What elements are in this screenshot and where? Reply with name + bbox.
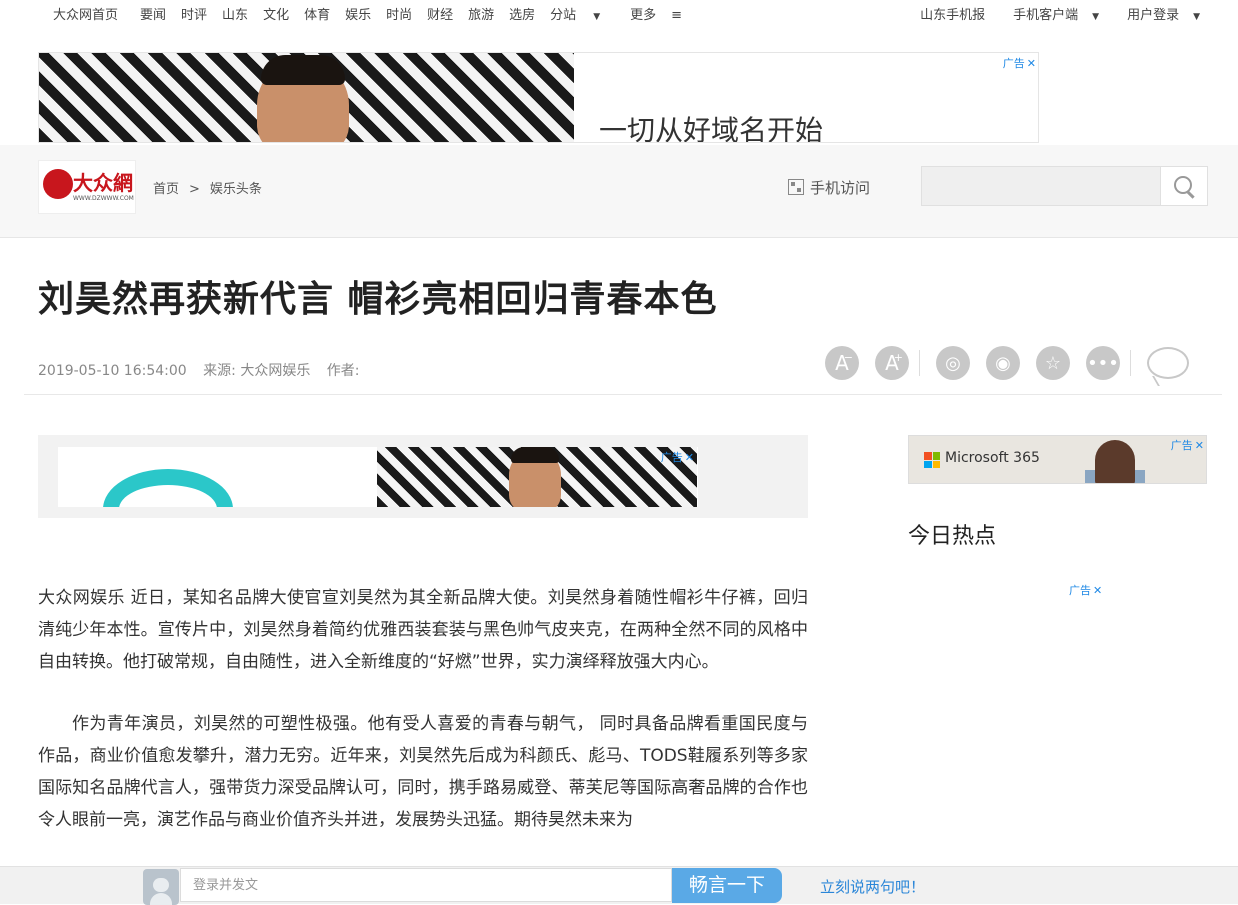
nav-mobile-client-label: 手机客户端 [1013,8,1079,23]
top-nav: 大众网首页 要闻 时评 山东 文化 体育 娱乐 时尚 财经 旅游 选房 分站 ▼ … [0,0,1238,24]
ad-person-hair [511,447,559,463]
close-icon[interactable]: ✕ [685,451,694,464]
wechat-icon: ◎ [945,352,961,374]
site-logo[interactable]: 大众網 WWW.DZWWW.COM [38,160,136,214]
hot-today-heading: 今日热点 [908,524,997,549]
nav-finance[interactable]: 财经 [427,4,453,23]
nav-fashion[interactable]: 时尚 [386,4,412,23]
article-body: 大众网娱乐 近日，某知名品牌大使官宣刘昊然为其全新品牌大使。刘昊然身着随性帽衫牛… [38,582,808,866]
toolbar-divider [919,350,920,376]
ad-image [39,53,574,142]
article-meta: 2019-05-10 16:54:00 来源: 大众网娱乐 作者: [38,360,372,380]
article-toolbar: A − A + ◎ ◉ ☆ ••• [825,343,1189,383]
article-datetime: 2019-05-10 16:54:00 [38,363,187,379]
top-banner-ad[interactable]: 一切从好域名开始 广告 ✕ [38,52,1039,143]
weibo-icon: ◉ [995,352,1011,374]
nav-branches[interactable]: 分站 ▼ [550,4,615,23]
top-nav-links: 大众网首页 要闻 时评 山东 文化 体育 娱乐 时尚 财经 旅游 选房 分站 ▼ … [53,4,712,23]
ad-brand-logo [103,469,233,507]
nav-news[interactable]: 要闻 [140,4,166,23]
sidebar-ad-label: Microsoft 365 [945,450,1040,466]
menu-icon: ≡ [671,8,683,23]
mobile-visit-label: 手机访问 [810,179,871,197]
chevron-down-icon: ▼ [1092,12,1100,22]
weibo-share-button[interactable]: ◉ [986,346,1020,380]
breadcrumb: 首页 > 娱乐头条 [153,178,262,197]
breadcrumb-home[interactable]: 首页 [153,182,179,197]
site-header: 大众網 WWW.DZWWW.COM 首页 > 娱乐头条 手机访问 [0,145,1238,238]
article-paragraph: 大众网娱乐 近日，某知名品牌大使官宣刘昊然为其全新品牌大使。刘昊然身着随性帽衫牛… [38,588,808,672]
font-smaller-button[interactable]: A − [825,346,859,380]
ad-image [377,447,697,507]
minus-icon: − [843,351,853,364]
font-bigger-button[interactable]: A + [875,346,909,380]
ad-tag[interactable]: 广告 ✕ [661,449,694,465]
chevron-down-icon: ▼ [593,12,601,22]
mobile-visit[interactable]: 手机访问 [788,177,870,198]
wechat-share-button[interactable]: ◎ [936,346,970,380]
search-input[interactable] [922,167,1160,205]
avatar[interactable] [143,869,179,905]
close-icon[interactable]: ✕ [1195,439,1204,452]
ad-tag[interactable]: 广告 ✕ [1003,55,1036,71]
breadcrumb-section[interactable]: 娱乐头条 [210,182,262,197]
article-author: 作者: [326,363,360,379]
nav-culture[interactable]: 文化 [263,4,289,23]
comment-icon[interactable] [1147,347,1189,379]
close-icon[interactable]: ✕ [1093,584,1102,597]
nav-travel[interactable]: 旅游 [468,4,494,23]
ad-tag-label: 广告 [1002,57,1025,70]
nav-more[interactable]: 更多 ≡ [630,4,697,23]
ad-person [1095,440,1135,483]
chevron-down-icon: ▼ [1193,12,1200,22]
ad-tag-label: 广告 [1069,584,1091,597]
article-divider [24,394,1222,395]
ad-tag-label: 广告 [660,451,683,464]
nav-user-login-label: 用户登录 [1127,8,1180,23]
ad-person-hair [261,55,345,85]
nav-branches-label: 分站 [550,8,577,23]
qrcode-icon [788,179,804,195]
more-share-button[interactable]: ••• [1086,346,1120,380]
comment-input[interactable]: 登录并发文 [180,868,672,902]
search-box [921,166,1208,206]
nav-comment[interactable]: 时评 [181,4,207,23]
plus-icon: + [893,351,903,364]
article-ad[interactable]: 广告 ✕ [38,435,808,518]
close-icon[interactable]: ✕ [1027,57,1036,70]
comment-bar: 登录并发文 畅言一下 立刻说两句吧！ [0,866,1238,905]
article-source: 来源: 大众网娱乐 [203,363,311,379]
nav-user-login[interactable]: 用户登录 ▼ [1113,4,1200,23]
article-paragraph: 作为青年演员，刘昊然的可塑性极强。他有受人喜爱的青春与朝气， 同时具备品牌看重国… [38,714,808,830]
comment-submit-button[interactable]: 畅言一下 [672,868,782,903]
nav-mobile-client[interactable]: 手机客户端 ▼ [999,4,1099,23]
star-icon: ☆ [1044,352,1062,374]
search-icon [1174,176,1192,194]
more-icon: ••• [1087,352,1119,374]
nav-entertainment[interactable]: 娱乐 [345,4,371,23]
nav-mobile-paper[interactable]: 山东手机报 [920,4,985,23]
favorite-button[interactable]: ☆ [1036,346,1070,380]
search-button[interactable] [1160,167,1207,205]
microsoft-logo-icon [924,452,940,468]
logo-url: WWW.DZWWW.COM [73,195,134,202]
comment-prompt[interactable]: 立刻说两句吧！ [820,876,925,897]
article-ad-banner: 广告 ✕ [58,447,698,507]
nav-shandong[interactable]: 山东 [222,4,248,23]
logo-emblem [43,169,73,199]
hot-ad-tag[interactable]: 广告 ✕ [1069,582,1102,598]
ad-tag[interactable]: 广告 ✕ [1171,437,1204,453]
logo-text: 大众網 [73,171,133,195]
nav-more-label: 更多 [630,8,657,23]
breadcrumb-separator: > [189,182,200,197]
nav-home[interactable]: 大众网首页 [53,4,118,23]
toolbar-divider [1130,350,1131,376]
nav-sports[interactable]: 体育 [304,4,330,23]
nav-housing[interactable]: 选房 [509,4,535,23]
top-nav-right: 山东手机报 手机客户端 ▼ 用户登录 ▼ [906,4,1200,23]
article-title: 刘昊然再获新代言 帽衫亮相回归青春本色 [38,279,718,320]
sidebar-ad[interactable]: Microsoft 365 广告 ✕ [908,435,1207,484]
ad-slogan: 一切从好域名开始 [599,114,824,143]
ad-tag-label: 广告 [1170,439,1193,452]
